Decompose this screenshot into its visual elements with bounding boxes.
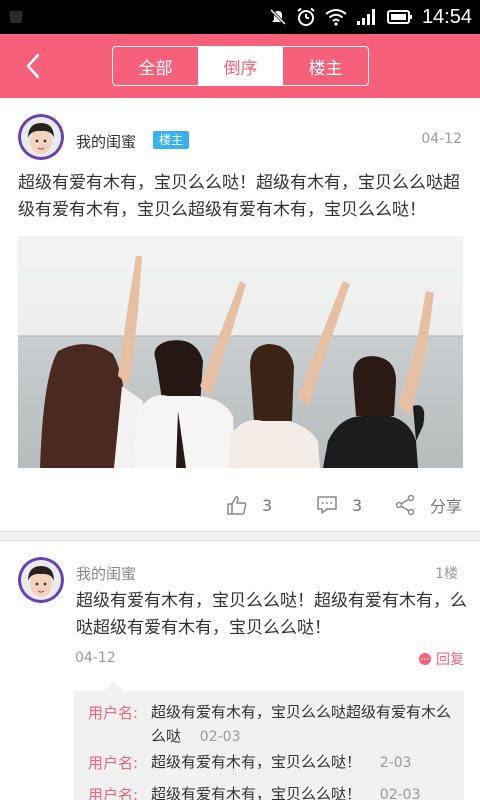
sub-reply-date: 02-03: [199, 729, 241, 745]
sub-reply-date: 02-03: [379, 787, 421, 800]
sub-reply-text: 超级有爱有木有，宝贝么么哒！ 2-03: [151, 750, 457, 775]
like-count: 3: [262, 495, 273, 515]
share-label: 分享: [430, 497, 463, 516]
post-author-name[interactable]: 我的闺蜜: [76, 131, 136, 152]
notification-icon: [10, 11, 22, 23]
tab-owner-only[interactable]: 楼主: [283, 47, 368, 85]
comment-icon: [317, 496, 337, 514]
reply-author-avatar[interactable]: [18, 557, 64, 603]
filter-segmented-control: 全部 倒序 楼主: [112, 46, 369, 86]
status-icons: 14:54: [269, 0, 472, 34]
owner-badge: 楼主: [153, 131, 190, 149]
sub-reply-user[interactable]: 用户名:: [88, 784, 138, 800]
status-bar: 14:54: [0, 0, 480, 34]
sub-reply-text-content: 超级有爱有木有，宝贝么么哒超级有爱有木么么哒: [151, 703, 452, 745]
wifi-icon: [325, 9, 347, 26]
comment-count: 3: [352, 495, 363, 515]
tab-all[interactable]: 全部: [113, 47, 198, 85]
reply-date: 04-12: [75, 650, 116, 666]
comment-button[interactable]: 3: [316, 488, 362, 522]
status-time: 14:54: [421, 5, 472, 28]
sub-reply-date: 2-03: [379, 755, 412, 771]
reply-button[interactable]: 回复: [419, 649, 464, 669]
reply-button-label: 回复: [436, 652, 464, 668]
thumbs-up-icon: [227, 496, 247, 515]
reply-content: 超级有爱有木有，宝贝么么哒！超级有爱有木有，么哒超级有爱有木有，宝贝么么哒！: [76, 591, 467, 638]
section-divider: [0, 531, 480, 541]
chevron-left-icon: [26, 53, 40, 79]
reply-icon: [419, 653, 431, 665]
app-header: 全部 倒序 楼主: [0, 34, 480, 98]
reply-author-name[interactable]: 我的闺蜜: [76, 563, 136, 584]
post-photo[interactable]: [18, 236, 463, 468]
author-avatar[interactable]: [18, 114, 64, 160]
sub-reply-user[interactable]: 用户名:: [88, 702, 138, 723]
battery-icon: [386, 10, 412, 24]
share-button[interactable]: 分享: [394, 488, 462, 522]
sub-reply-text-content: 超级有爱有木有，宝贝么么哒！: [151, 785, 362, 800]
share-icon: [395, 494, 415, 516]
tab-reverse-order[interactable]: 倒序: [198, 47, 283, 85]
signal-icon: [356, 9, 375, 25]
sub-replies-pointer: [104, 681, 124, 691]
like-button[interactable]: 3: [226, 488, 272, 522]
post-content: 超级有爱有木有，宝贝么么哒！超级有木有，宝贝么么哒超级有爱有木有，宝贝么超级有爱…: [18, 173, 460, 220]
post-actions-bar: 3 3 分享: [0, 488, 480, 522]
floor-number: 1楼: [435, 566, 458, 582]
sub-reply-text-content: 超级有爱有木有，宝贝么么哒！: [151, 753, 362, 771]
alarm-icon: [297, 7, 315, 26]
mute-icon: [269, 8, 286, 26]
back-button[interactable]: [18, 51, 48, 81]
sub-reply-user[interactable]: 用户名:: [88, 752, 138, 773]
post-date: 04-12: [421, 131, 462, 147]
sub-reply-text: 超级有爱有木有，宝贝么么哒！ 02-03: [151, 782, 457, 800]
sub-reply-text: 超级有爱有木有，宝贝么么哒超级有爱有木么么哒 02-03: [151, 700, 457, 749]
